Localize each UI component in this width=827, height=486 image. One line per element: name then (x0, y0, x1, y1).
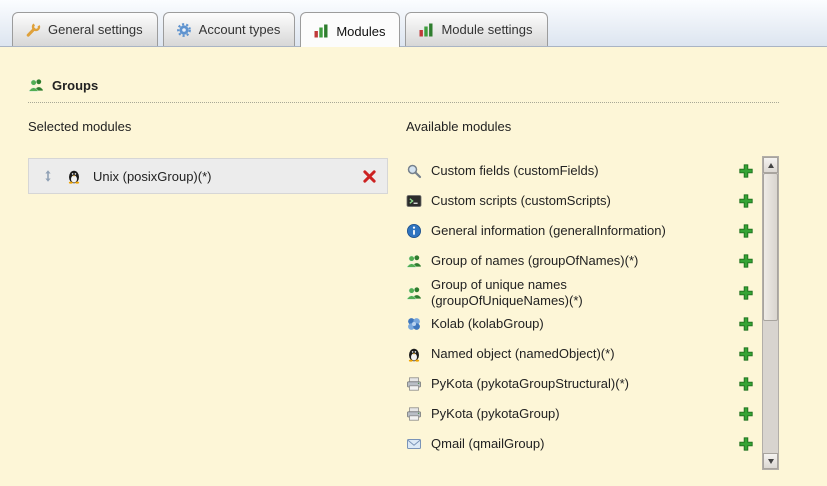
available-module-row: General information (generalInformation) (406, 216, 762, 246)
available-module-label: PyKota (pykotaGroupStructural)(*) (431, 376, 693, 392)
printer-icon (406, 376, 422, 392)
add-module-button[interactable] (738, 163, 754, 179)
modules-page: Groups Selected modules Unix (posixGroup… (0, 47, 827, 470)
available-module-label: General information (generalInformation) (431, 223, 693, 239)
available-module-label: Kolab (kolabGroup) (431, 316, 693, 332)
arrow-up-icon (768, 163, 774, 168)
module-settings-icon (418, 22, 434, 38)
available-module-label: Custom scripts (customScripts) (431, 193, 693, 209)
scrollbar-thumb[interactable] (763, 173, 778, 321)
tab-account-types[interactable]: Account types (163, 12, 296, 46)
selected-modules-heading: Selected modules (28, 119, 388, 134)
add-module-button[interactable] (738, 406, 754, 422)
scrollbar[interactable] (762, 156, 779, 470)
tab-label: General settings (48, 22, 143, 37)
add-module-button[interactable] (738, 346, 754, 362)
add-module-button[interactable] (738, 376, 754, 392)
arrow-down-icon (768, 459, 774, 464)
kolab-icon (406, 316, 422, 332)
tux-icon (66, 168, 82, 184)
tab-label: Modules (336, 24, 385, 39)
tab-modules[interactable]: Modules (300, 12, 400, 47)
selected-modules-list: Unix (posixGroup)(*) (28, 158, 388, 194)
tab-module-settings[interactable]: Module settings (405, 12, 547, 46)
tux-icon (406, 346, 422, 362)
tab-general-settings[interactable]: General settings (12, 12, 158, 46)
magnifier-icon (406, 163, 422, 179)
add-module-button[interactable] (738, 316, 754, 332)
tab-label: Module settings (441, 22, 532, 37)
available-module-label: Group of unique names (groupOfUniqueName… (431, 277, 693, 308)
available-module-label: Custom fields (customFields) (431, 163, 693, 179)
tab-bar: General settings Account types Modules M… (0, 0, 827, 47)
tab-list: General settings Account types Modules M… (12, 12, 548, 46)
add-module-button[interactable] (738, 285, 754, 301)
available-module-row: Named object (namedObject)(*) (406, 339, 762, 369)
drag-handle-icon[interactable] (41, 169, 55, 183)
add-module-button[interactable] (738, 436, 754, 452)
page-title-label: Groups (52, 78, 98, 93)
available-module-row: PyKota (pykotaGroupStructural)(*) (406, 369, 762, 399)
columns: Selected modules Unix (posixGroup)(*) Av… (28, 115, 779, 470)
scrollbar-track[interactable] (763, 173, 778, 453)
selected-modules-column: Selected modules Unix (posixGroup)(*) (28, 115, 388, 470)
available-module-row: PyKota (pykotaGroup) (406, 399, 762, 429)
page-title: Groups (28, 77, 779, 103)
scroll-up-button[interactable] (763, 157, 778, 173)
available-modules-list: Custom fields (customFields) Custom scri… (406, 156, 762, 470)
remove-module-button[interactable] (362, 169, 377, 184)
selected-module-row: Unix (posixGroup)(*) (28, 158, 388, 194)
available-module-row: Custom fields (customFields) (406, 156, 762, 186)
available-module-label: PyKota (pykotaGroup) (431, 406, 693, 422)
available-module-row: Qmail (qmailGroup) (406, 429, 762, 459)
add-module-button[interactable] (738, 223, 754, 239)
selected-module-label: Unix (posixGroup)(*) (93, 169, 351, 184)
modules-icon (313, 23, 329, 39)
available-module-row: Kolab (kolabGroup) (406, 309, 762, 339)
add-module-button[interactable] (738, 193, 754, 209)
scroll-down-button[interactable] (763, 453, 778, 469)
available-module-label: Qmail (qmailGroup) (431, 436, 693, 452)
available-modules-column: Available modules Custom fields (customF… (406, 115, 779, 470)
available-module-label: Named object (namedObject)(*) (431, 346, 693, 362)
available-module-row: Group of unique names (groupOfUniqueName… (406, 276, 762, 309)
add-module-button[interactable] (738, 253, 754, 269)
available-module-label: Group of names (groupOfNames)(*) (431, 253, 693, 269)
group-icon (406, 285, 422, 301)
tab-label: Account types (199, 22, 281, 37)
script-icon (406, 193, 422, 209)
available-module-row: Custom scripts (customScripts) (406, 186, 762, 216)
gear-icon (176, 22, 192, 38)
wrench-icon (25, 22, 41, 38)
available-module-row: Group of names (groupOfNames)(*) (406, 246, 762, 276)
printer-icon (406, 406, 422, 422)
groups-icon (28, 77, 44, 93)
info-icon (406, 223, 422, 239)
mail-icon (406, 436, 422, 452)
available-modules-wrap: Custom fields (customFields) Custom scri… (406, 156, 779, 470)
available-modules-heading: Available modules (406, 119, 779, 134)
group-icon (406, 253, 422, 269)
